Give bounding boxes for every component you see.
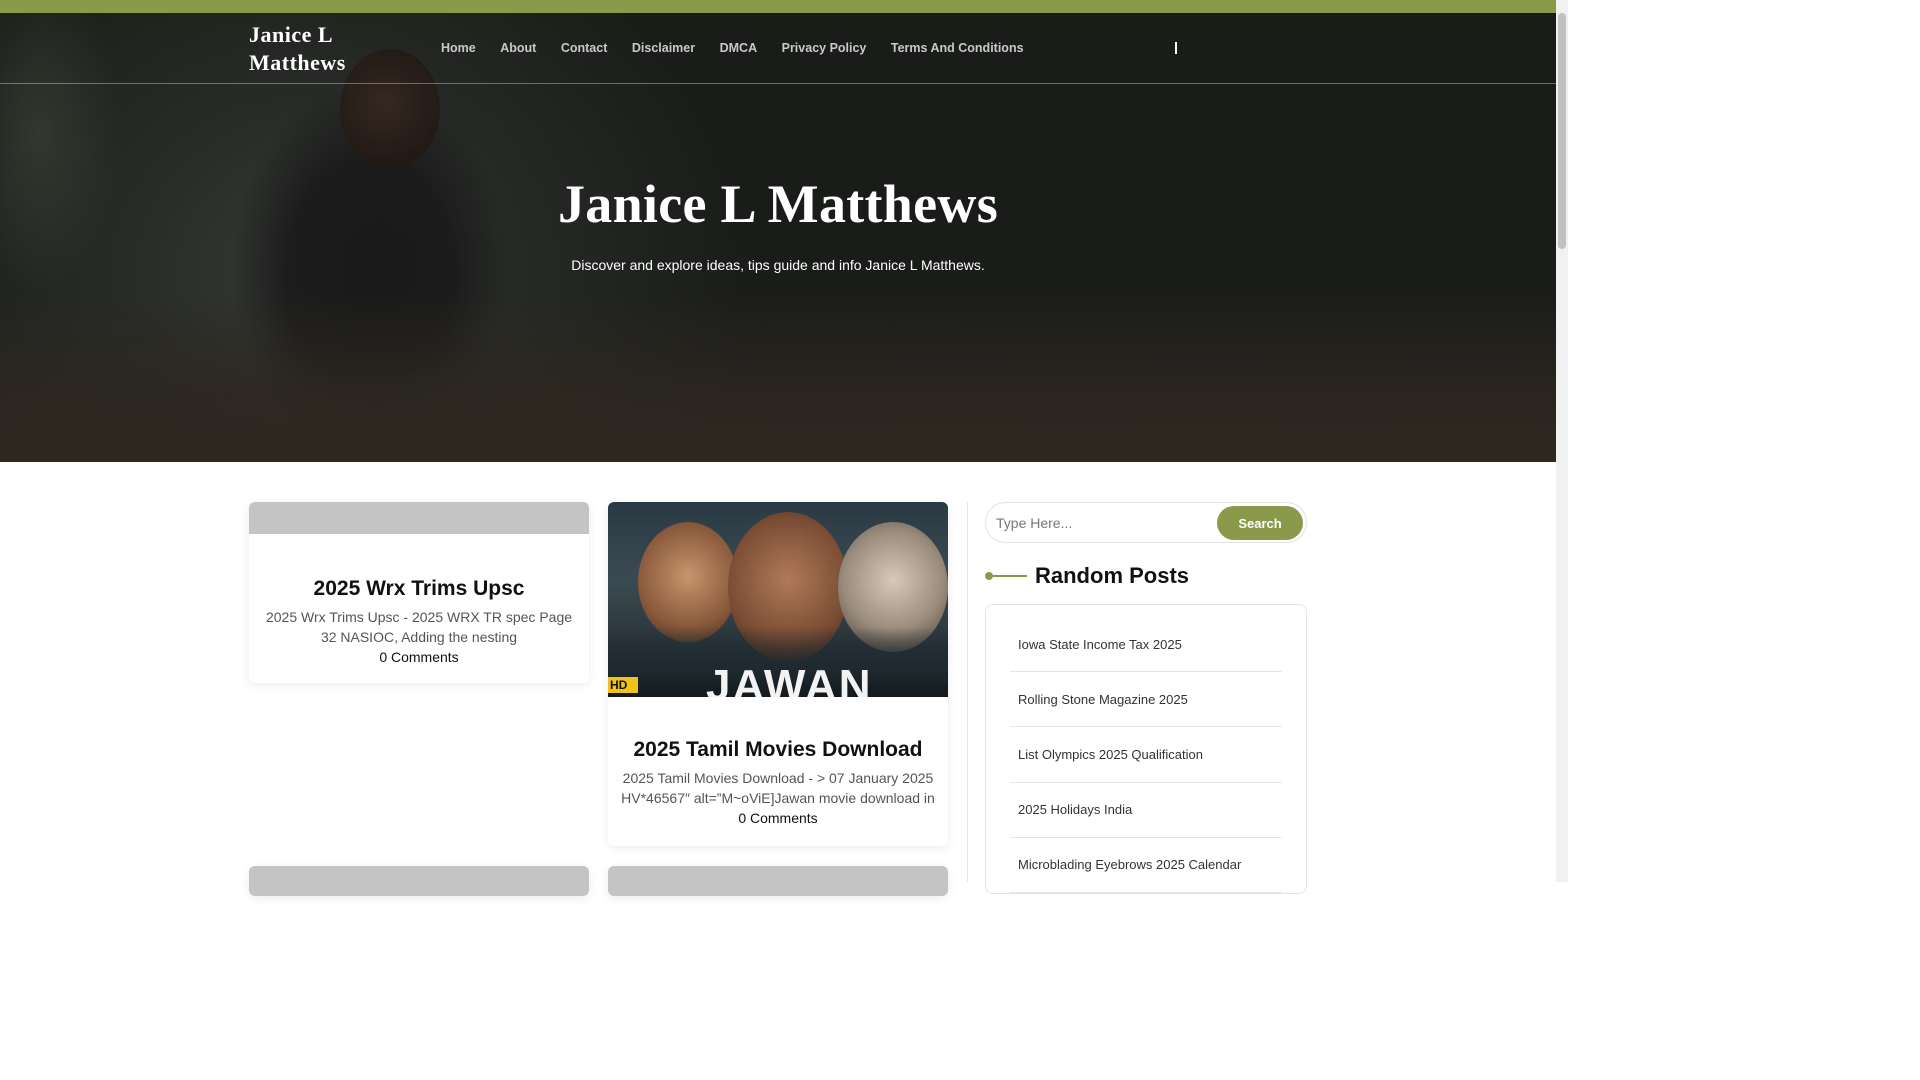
nav-item-privacy-policy[interactable]: Privacy Policy bbox=[782, 41, 867, 55]
nav-item-dmca[interactable]: DMCA bbox=[720, 41, 758, 55]
post-thumbnail-placeholder[interactable] bbox=[249, 866, 589, 896]
list-item: List Olympics 2025 Qualification bbox=[1010, 727, 1282, 783]
nav-item-disclaimer[interactable]: Disclaimer bbox=[632, 41, 695, 55]
random-post-link[interactable]: Iowa State Income Tax 2025 bbox=[1018, 637, 1182, 652]
hero-title: Janice L Matthews bbox=[557, 174, 999, 234]
poster-face bbox=[638, 522, 738, 642]
search-toggle-icon[interactable] bbox=[1175, 42, 1177, 54]
sidebar-search-form: Search bbox=[985, 502, 1307, 543]
post-excerpt: 2025 Wrx Trims Upsc - 2025 WRX TR spec P… bbox=[265, 609, 573, 645]
main-nav: Home About Contact Disclaimer DMCA Priva… bbox=[441, 41, 1048, 55]
post-card[interactable]: 2025 Wrx Trims Upsc 2025 Wrx Trims Upsc … bbox=[249, 502, 589, 683]
post-card[interactable] bbox=[608, 866, 948, 896]
hero-subtitle: Discover and explore ideas, tips guide a… bbox=[571, 257, 985, 273]
content-sidebar-divider bbox=[967, 502, 968, 882]
nav-item-terms[interactable]: Terms And Conditions bbox=[891, 41, 1024, 55]
random-post-link[interactable]: Microblading Eyebrows 2025 Calendar bbox=[1018, 857, 1241, 872]
nav-item-contact[interactable]: Contact bbox=[561, 41, 608, 55]
post-thumbnail-placeholder[interactable] bbox=[249, 502, 589, 534]
random-posts-heading: Random Posts bbox=[985, 562, 1189, 590]
list-item: Microblading Eyebrows 2025 Calendar bbox=[1010, 838, 1282, 893]
post-excerpt: 2025 Tamil Movies Download - > 07 Januar… bbox=[621, 770, 935, 806]
nav-item-home[interactable]: Home bbox=[441, 41, 476, 55]
nav-item-about[interactable]: About bbox=[500, 41, 536, 55]
random-posts-title: Random Posts bbox=[1035, 563, 1190, 588]
post-thumbnail-image[interactable]: HD JAWAN bbox=[608, 502, 948, 697]
page-scrollbar[interactable] bbox=[1556, 0, 1568, 882]
list-item: 2025 Holidays India bbox=[1010, 783, 1282, 838]
list-item: Rolling Stone Magazine 2025 bbox=[1010, 672, 1282, 728]
post-comments-count[interactable]: 0 Comments bbox=[608, 810, 948, 826]
search-button[interactable]: Search bbox=[1217, 506, 1303, 540]
random-post-link[interactable]: List Olympics 2025 Qualification bbox=[1018, 747, 1203, 762]
post-card[interactable] bbox=[249, 866, 589, 896]
random-post-link[interactable]: Rolling Stone Magazine 2025 bbox=[1018, 692, 1188, 707]
site-title[interactable]: Janice L Matthews bbox=[249, 21, 419, 77]
post-comments-count[interactable]: 0 Comments bbox=[249, 649, 589, 665]
poster-title-text: JAWAN bbox=[706, 661, 873, 697]
post-thumbnail-placeholder[interactable] bbox=[608, 866, 948, 896]
hero-background-ground bbox=[0, 292, 1556, 462]
heading-dot-icon bbox=[985, 572, 993, 580]
post-title[interactable]: 2025 Wrx Trims Upsc bbox=[249, 577, 589, 601]
post-card[interactable]: HD JAWAN 2025 Tamil Movies Download 2025… bbox=[608, 502, 948, 846]
poster-hd-badge: HD bbox=[608, 677, 638, 693]
random-post-link[interactable]: 2025 Holidays India bbox=[1018, 802, 1132, 817]
search-input[interactable] bbox=[996, 513, 1206, 533]
list-item: Iowa State Income Tax 2025 bbox=[1010, 617, 1282, 673]
top-accent-bar bbox=[0, 0, 1556, 13]
random-posts-widget: Iowa State Income Tax 2025 Rolling Stone… bbox=[985, 604, 1307, 894]
heading-line bbox=[993, 575, 1027, 577]
scrollbar-thumb[interactable] bbox=[1558, 13, 1566, 249]
post-title[interactable]: 2025 Tamil Movies Download bbox=[608, 738, 948, 762]
random-posts-list: Iowa State Income Tax 2025 Rolling Stone… bbox=[1010, 617, 1282, 893]
site-header: Janice L Matthews Home About Contact Dis… bbox=[0, 13, 1556, 84]
